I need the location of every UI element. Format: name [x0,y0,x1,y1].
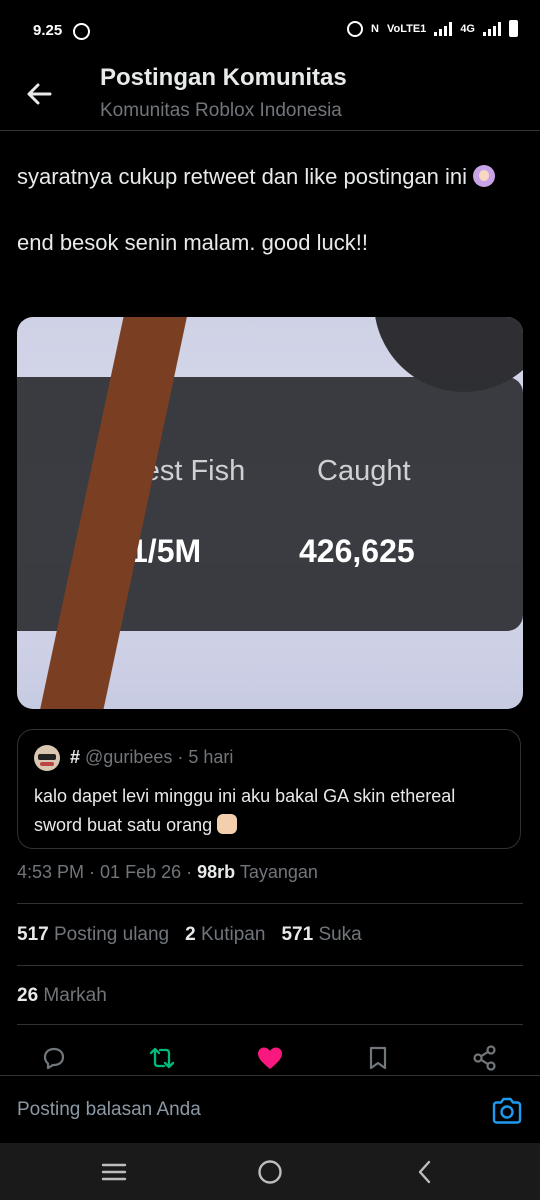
likes-stat[interactable]: 571 Suka [281,924,361,946]
divider [17,903,523,904]
home-circle-icon [258,1160,282,1184]
quoted-author-name: # [70,747,81,767]
reply-input[interactable]: Posting balasan Anda [17,1099,201,1121]
quotes-stat[interactable]: 2 Kutipan [185,924,265,946]
like-button[interactable] [250,1038,290,1078]
bookmark-button[interactable] [358,1038,398,1078]
back-button[interactable] [22,76,58,112]
home-button[interactable] [253,1155,287,1189]
signal-icon-2 [483,21,501,36]
alarm-icon [347,20,364,37]
status-icons: N VoLTE1 4G [347,20,518,37]
quoted-author-handle: @guribees [85,747,173,767]
view-count: 98rb [197,862,236,882]
quoted-post-meta: # @guribees · 5 hari [70,747,234,767]
share-icon [473,1045,496,1071]
avatar [34,745,60,771]
raising-hand-emoji-icon [473,165,496,187]
action-bar [0,1038,540,1078]
engagement-stats: 517 Posting ulang 2 Kutipan 571 Suka [17,924,362,946]
menu-icon [101,1163,127,1181]
rarest-fish-value: 1/5M [130,533,202,569]
reply-button[interactable] [34,1038,74,1078]
camera-icon [492,1097,522,1124]
signal-icon [434,21,453,36]
heart-icon [258,1047,282,1069]
bookmark-icon [369,1046,387,1070]
community-name[interactable]: Komunitas Roblox Indonesia [100,100,342,122]
reposts-stat[interactable]: 517 Posting ulang [17,924,169,946]
header: Postingan Komunitas Komunitas Roblox Ind… [0,62,540,131]
nfc-icon: N [371,22,379,35]
quoted-post-text: kalo dapet levi minggu ini aku bakal GA … [34,786,456,835]
back-arrow-icon [27,83,52,105]
volte-indicator: VoLTE1 [386,22,427,35]
reply-composer[interactable]: Posting balasan Anda [0,1075,540,1144]
repost-icon [149,1047,175,1069]
quoted-post[interactable]: # @guribees · 5 hari kalo dapet levi min… [17,729,521,849]
bookmarks-stat[interactable]: 26 Markah [17,985,107,1007]
network-type: 4G [460,22,475,35]
post-media-image[interactable]: Rarest Fish Caught 1/5M 426,625 [17,317,523,709]
divider [17,965,523,966]
post-timestamp: 4:53 PM · 01 Feb 26 · 98rb Tayangan [17,862,318,882]
share-button[interactable] [465,1038,505,1078]
quoted-post-time: 5 hari [188,747,234,767]
repost-button[interactable] [142,1038,182,1078]
chevron-left-icon [418,1160,431,1184]
post-text: syaratnya cukup retweet dan like posting… [17,160,527,259]
status-time: 9.25 [33,22,63,39]
divider [17,1024,523,1025]
post-text-line1: syaratnya cukup retweet dan like posting… [17,164,468,189]
status-bar: 9.25 N VoLTE1 4G [0,0,540,62]
page-title: Postingan Komunitas [100,64,347,91]
whatsapp-icon [73,23,90,40]
battery-icon [509,20,518,37]
post-text-line2: end besok senin malam. good luck!! [17,230,368,255]
pointing-hand-emoji-icon [217,814,238,834]
camera-button[interactable] [490,1094,524,1128]
recent-apps-button[interactable] [97,1155,131,1189]
caught-value: 426,625 [299,533,415,569]
caught-label: Caught [317,455,411,487]
system-back-button[interactable] [408,1155,442,1189]
system-nav-bar [0,1143,540,1200]
reply-icon [43,1047,65,1070]
